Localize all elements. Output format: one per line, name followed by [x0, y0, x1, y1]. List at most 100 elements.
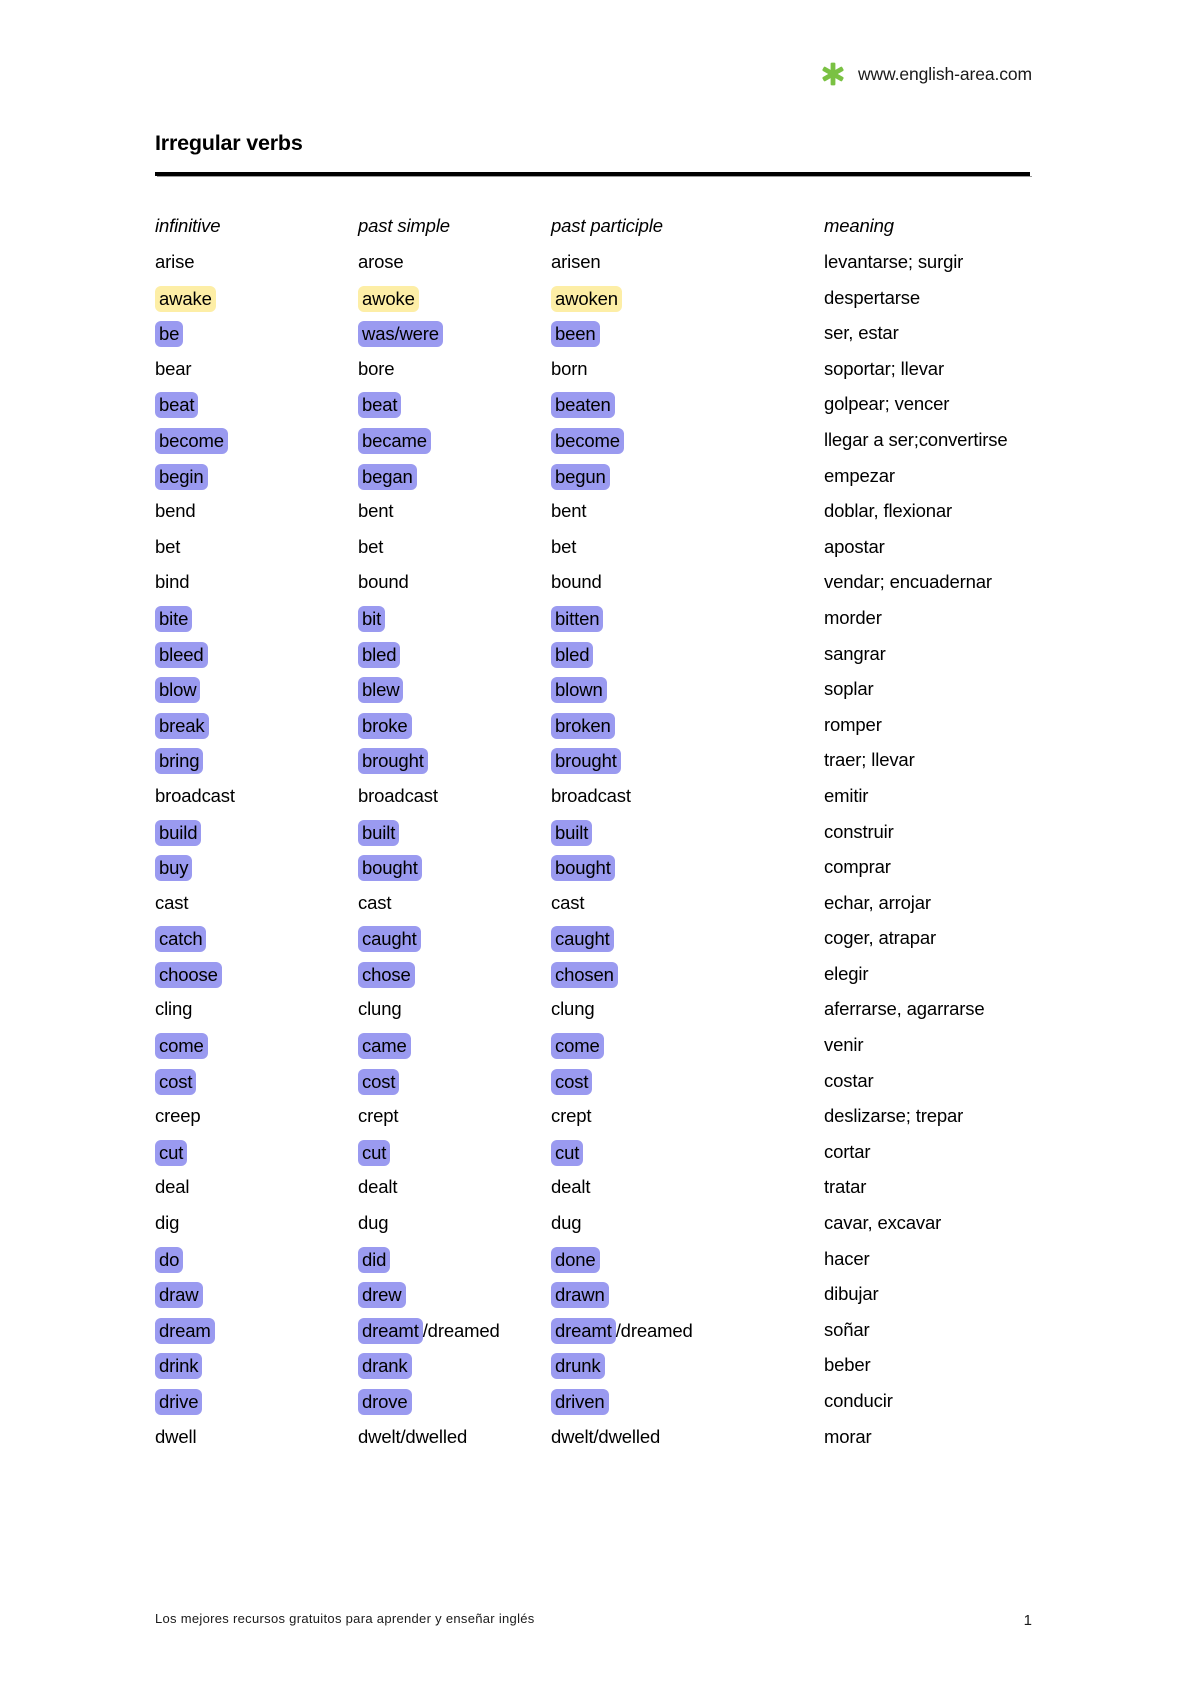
verb-past-simple: bought	[358, 849, 551, 885]
highlight-chip: break	[155, 712, 209, 739]
verb-past-simple: cut	[358, 1134, 551, 1170]
highlight-chip: drunk	[551, 1353, 605, 1380]
highlight-chip: blew	[358, 677, 404, 704]
table-row: dream dreamt/dreamed dreamt/dreamed soñar	[155, 1312, 1035, 1348]
verb-meaning: sangrar	[824, 642, 886, 664]
unhighlighted-variant: /dreamed	[615, 1319, 693, 1341]
table-row: cling clung clung aferrarse, agarrarse	[155, 991, 1035, 1027]
verb-past-simple: bet	[358, 535, 384, 557]
verb-past-simple: beat	[358, 386, 551, 422]
verb-infinitive: become	[155, 422, 358, 458]
verb-meaning: soñar	[824, 1318, 870, 1340]
column-header-meaning: meaning	[824, 215, 894, 236]
verb-infinitive: cost	[155, 1063, 358, 1099]
highlight-chip: catch	[155, 926, 207, 953]
green-asterisk-icon	[821, 62, 845, 86]
verb-past-participle: cost	[551, 1063, 818, 1099]
verb-past-simple: bent	[358, 500, 394, 522]
verb-infinitive: blow	[155, 671, 358, 707]
highlight-chip: came	[358, 1033, 411, 1060]
verb-past-participle: clung	[551, 998, 595, 1020]
highlight-chip: begin	[155, 463, 208, 490]
verb-past-simple: caught	[358, 920, 551, 956]
verb-past-participle: broadcast	[551, 784, 631, 806]
table-row: bend bent bent doblar, flexionar	[155, 493, 1035, 529]
table-body: arise arose arisen levantarse; surgir awake a…	[155, 244, 1035, 1454]
verb-past-participle: bitten	[551, 600, 818, 636]
verb-past-simple: blew	[358, 671, 551, 707]
verb-past-participle: broken	[551, 707, 818, 743]
highlight-chip: built	[551, 819, 593, 846]
verb-past-simple: drank	[358, 1347, 551, 1383]
verb-meaning: golpear; vencer	[824, 393, 950, 415]
verb-past-participle: dreamt/dreamed	[551, 1312, 818, 1348]
verb-past-participle: brought	[551, 742, 818, 778]
verb-past-simple: cast	[358, 891, 392, 913]
verb-past-simple: dealt	[358, 1176, 398, 1198]
highlight-chip: buy	[155, 855, 193, 882]
verb-past-simple: dwelt/dwelled	[358, 1425, 468, 1447]
table-row: become became become llegar a ser;convertir…	[155, 422, 1035, 458]
verb-past-participle: crept	[551, 1105, 592, 1127]
table-row: be was/were been ser, estar	[155, 315, 1035, 351]
highlight-chip: bring	[155, 748, 204, 775]
verb-past-simple: broadcast	[358, 784, 438, 806]
irregular-verbs-table: infinitive past simple past participle m…	[155, 208, 1035, 1454]
highlight-chip: began	[358, 463, 417, 490]
verb-meaning: levantarse; surgir	[824, 251, 964, 272]
title-divider	[155, 172, 1032, 177]
verb-meaning: dibujar	[824, 1283, 879, 1305]
table-row: dwell dwelt/dwelled dwelt/dwelled morar	[155, 1419, 1035, 1455]
table-row: awake awoke awoken despertarse	[155, 280, 1035, 316]
footer-note: Los mejores recursos gratuitos para apre…	[155, 1611, 535, 1626]
highlight-chip: drove	[358, 1389, 412, 1415]
highlight-chip: bled	[358, 641, 401, 668]
verb-meaning: costar	[824, 1069, 874, 1091]
verb-past-simple: drew	[358, 1276, 551, 1312]
highlight-chip: driven	[551, 1389, 609, 1415]
verb-infinitive: build	[155, 814, 358, 850]
verb-infinitive: bring	[155, 742, 358, 778]
table-row: cost cost cost costar	[155, 1063, 1035, 1099]
verb-past-participle: cast	[551, 891, 585, 913]
verb-past-participle: built	[551, 814, 818, 850]
verb-infinitive: dwell	[155, 1425, 197, 1447]
verb-past-simple: was/were	[358, 315, 551, 351]
column-header-past-participle: past participle	[551, 215, 663, 236]
highlight-chip: beat	[155, 392, 199, 419]
verb-meaning: emitir	[824, 784, 869, 806]
highlight-chip: done	[551, 1246, 600, 1273]
unhighlighted-variant: /dreamed	[422, 1319, 500, 1341]
verb-meaning: venir	[824, 1034, 864, 1056]
site-url: www.english-area.com	[857, 63, 1032, 84]
highlight-chip: bleed	[155, 641, 208, 668]
verb-infinitive: draw	[155, 1276, 358, 1312]
verb-past-participle: bound	[551, 571, 602, 593]
verb-past-participle: dug	[551, 1212, 582, 1234]
verb-past-simple: brought	[358, 742, 551, 778]
verb-infinitive: deal	[155, 1176, 190, 1198]
highlight-chip: bit	[358, 605, 386, 632]
verb-infinitive: begin	[155, 458, 358, 494]
verb-meaning: construir	[824, 820, 894, 842]
highlight-chip: been	[551, 321, 600, 348]
highlight-chip: dreamt	[358, 1317, 423, 1344]
table-row: bind bound bound vendar; encuadernar	[155, 564, 1035, 600]
verb-meaning: cavar, excavar	[824, 1212, 942, 1234]
verb-meaning: doblar, flexionar	[824, 500, 953, 522]
highlight-chip: brought	[551, 748, 621, 775]
verb-infinitive: drive	[155, 1383, 358, 1419]
verb-past-simple: came	[358, 1027, 551, 1063]
highlight-chip: chosen	[551, 961, 618, 988]
highlight-chip: draw	[155, 1282, 203, 1309]
highlight-chip: come	[551, 1033, 604, 1060]
verb-meaning: morder	[824, 606, 882, 628]
verb-past-simple: bled	[358, 636, 551, 672]
verb-meaning: aferrarse, agarrarse	[824, 998, 985, 1020]
verb-infinitive: choose	[155, 956, 358, 992]
table-row: beat beat beaten golpear; vencer	[155, 386, 1035, 422]
verb-meaning: despertarse	[824, 286, 921, 308]
verb-infinitive: awake	[155, 280, 358, 316]
verb-past-participle: come	[551, 1027, 818, 1063]
verb-infinitive: dig	[155, 1212, 180, 1234]
